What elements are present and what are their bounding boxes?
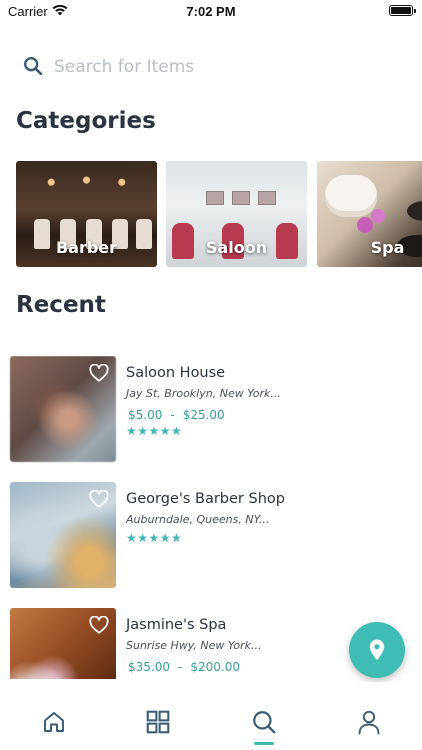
heart-icon[interactable]: [89, 364, 109, 382]
list-item[interactable]: Saloon House Jay St, Brooklyn, New York.…: [10, 356, 410, 462]
item-address: Sunrise Hwy, New York...: [126, 639, 262, 652]
category-label: Barber: [55, 238, 118, 257]
home-icon: [44, 712, 64, 732]
category-label: Saloon: [205, 238, 268, 257]
price-min: $5.00: [128, 408, 163, 422]
map-pin-icon: [369, 639, 385, 660]
category-card-saloon[interactable]: Saloon: [166, 161, 307, 267]
category-card-barber[interactable]: Barber: [16, 161, 157, 267]
price-max: $200.00: [190, 660, 240, 674]
tab-bar: [0, 682, 422, 750]
price-max: $25.00: [182, 408, 225, 422]
categories-carousel[interactable]: Barber Saloon Spa: [0, 161, 422, 267]
heart-icon[interactable]: [89, 490, 109, 508]
search-icon: [253, 711, 276, 734]
item-name: Jasmine's Spa: [126, 617, 227, 633]
tab-search[interactable]: [250, 708, 278, 736]
item-address: Auburndale, Queens, NY...: [126, 513, 270, 526]
recent-heading: Recent: [16, 292, 106, 318]
item-address: Jay St, Brooklyn, New York...: [126, 387, 281, 400]
item-name: Saloon House: [126, 365, 226, 381]
categories-heading: Categories: [16, 108, 156, 134]
search-bar[interactable]: [20, 50, 400, 84]
tab-categories[interactable]: [144, 708, 172, 736]
active-tab-indicator: [254, 742, 274, 745]
battery-icon: [389, 5, 416, 16]
status-time: 7:02 PM: [186, 4, 236, 19]
search-input[interactable]: [54, 50, 394, 84]
grid-icon: [146, 710, 170, 734]
map-button[interactable]: [349, 622, 405, 678]
tab-profile[interactable]: [355, 708, 383, 736]
item-price-range: $5.00- $25.00: [128, 408, 225, 422]
star-rating: ★★★★★: [126, 531, 183, 545]
category-card-spa[interactable]: Spa: [317, 161, 422, 267]
search-icon: [24, 57, 43, 76]
price-separator: -: [178, 660, 183, 674]
user-icon: [358, 710, 380, 735]
star-rating: ★★★★★: [126, 424, 183, 438]
item-price-range: $35.00- $200.00: [128, 660, 240, 674]
price-min: $35.00: [128, 660, 170, 674]
status-bar: Carrier 7:02 PM: [0, 0, 422, 24]
tab-home[interactable]: [40, 708, 68, 736]
item-name: George's Barber Shop: [126, 491, 285, 507]
heart-icon[interactable]: [89, 616, 109, 634]
price-separator: -: [170, 408, 175, 422]
list-item[interactable]: George's Barber Shop Auburndale, Queens,…: [10, 482, 410, 588]
category-label: Spa: [370, 238, 405, 257]
